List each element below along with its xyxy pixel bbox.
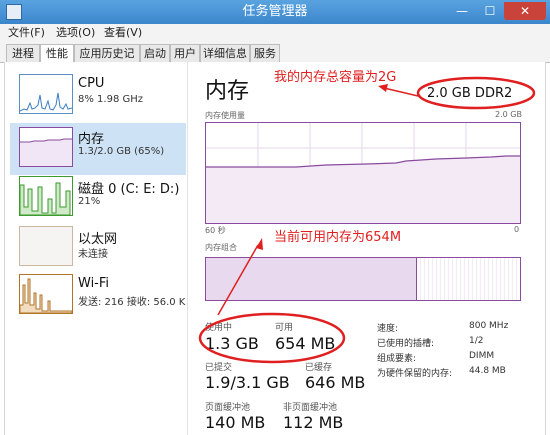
capacity-highlight-ellipse [416,76,536,110]
available-highlight-ellipse [198,312,346,364]
available-arrow [217,244,259,316]
capacity-annotation: 我的内存总容量为2G [274,70,397,85]
available-arrowhead [256,238,263,250]
available-annotation: 当前可用内存为654M [274,230,402,245]
capacity-arrowhead [378,84,388,92]
capacity-arrow [383,87,419,97]
